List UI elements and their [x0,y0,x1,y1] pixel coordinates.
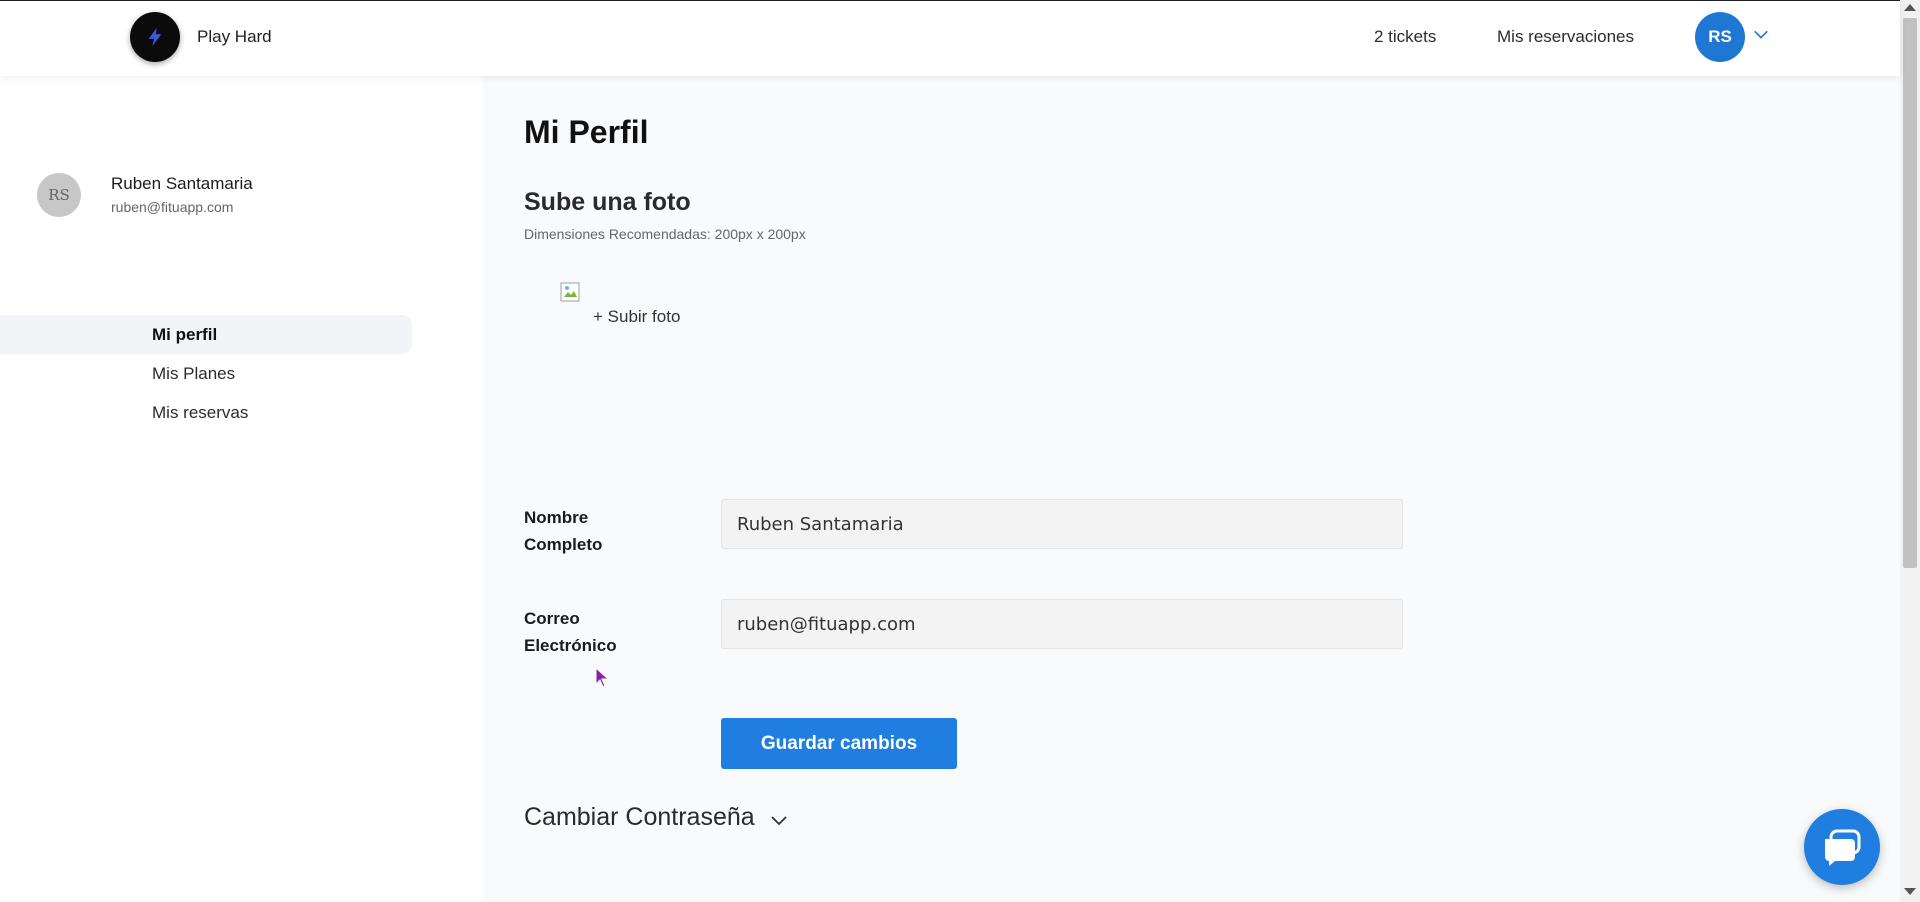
tickets-link[interactable]: 2 tickets [1374,27,1436,47]
top-navbar: Play Hard 2 tickets Mis reservaciones RS [0,0,1900,76]
full-name-label-line2: Completo [524,535,603,554]
broken-image-icon [560,282,580,302]
email-label-line1: Correo [524,609,580,628]
sidebar-item-mi-perfil[interactable]: Mi perfil [0,315,412,354]
full-name-label-line1: Nombre [524,508,589,527]
chevron-down-icon[interactable] [1752,25,1770,43]
full-name-input[interactable] [721,499,1403,549]
full-name-label: Nombre Completo [524,504,674,558]
sidebar-user-email: ruben@fituapp.com [111,199,234,215]
user-avatar-button[interactable]: RS [1695,12,1745,62]
chat-bubble-icon [1825,829,1861,866]
brand-name[interactable]: Play Hard [197,27,272,47]
sidebar-item-mis-planes[interactable]: Mis Planes [0,354,412,393]
sidebar-avatar: RS [37,173,81,217]
sidebar-user-name: Ruben Santamaria [111,174,253,193]
email-label: Correo Electrónico [524,605,674,659]
scrollbar-thumb[interactable] [1903,18,1917,568]
brand-logo[interactable] [130,12,180,62]
photo-section-title: Sube una foto [524,188,691,216]
mouse-cursor-icon [595,667,610,688]
vertical-scrollbar[interactable] [1900,0,1920,902]
photo-dimensions-note: Dimensiones Recomendadas: 200px x 200px [524,226,806,242]
scroll-down-arrow[interactable] [1904,888,1916,895]
save-changes-button[interactable]: Guardar cambios [721,718,957,769]
chat-support-button[interactable] [1804,809,1880,885]
lightning-bolt-icon [148,27,162,47]
chevron-down-icon[interactable] [769,810,789,830]
email-label-line2: Electrónico [524,636,617,655]
sidebar-item-mis-reservas[interactable]: Mis reservas [0,393,412,432]
my-reservations-link[interactable]: Mis reservaciones [1497,27,1634,47]
email-input[interactable] [721,599,1403,649]
scroll-up-arrow[interactable] [1904,4,1916,11]
change-password-toggle[interactable]: Cambiar Contraseña [524,803,755,832]
main-content [483,76,1900,902]
page-title: Mi Perfil [524,114,649,150]
upload-photo-link[interactable]: + Subir foto [593,307,680,327]
